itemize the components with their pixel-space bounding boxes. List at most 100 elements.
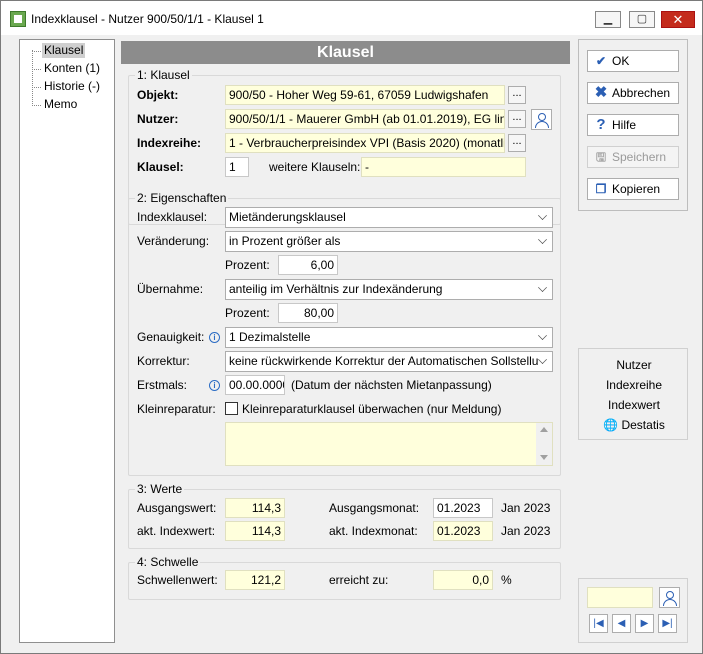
window: Indexklausel - Nutzer 900/50/1/1 - Klaus… <box>0 0 703 654</box>
scroll-up-icon[interactable] <box>540 427 548 432</box>
akt-indexmonat-field: 01.2023 <box>433 521 493 541</box>
klausel-number-field[interactable]: 1 <box>225 157 249 177</box>
kleinreparatur-label: Kleinreparatur: <box>137 402 216 416</box>
indexreihe-field[interactable]: 1 - Verbraucherpreisindex VPI (Basis 202… <box>225 133 505 153</box>
veraenderung-label: Veränderung: <box>137 234 210 248</box>
record-search-field[interactable] <box>587 587 653 608</box>
destatis-link[interactable]: 🌐 Destatis <box>579 417 689 433</box>
action-button-group: ✔ OK ✖ Abbrechen ? Hilfe 🖫 Speichern ❐ Kopier… <box>578 39 688 211</box>
tree-line <box>32 50 33 106</box>
scroll-down-icon[interactable] <box>540 455 548 460</box>
klausel-label: Klausel: <box>137 160 184 174</box>
erstmals-field[interactable]: 00.00.0000 <box>225 375 285 395</box>
weitere-klauseln-label: weitere Klauseln: <box>269 160 361 174</box>
schwellenwert-field: 121,2 <box>225 570 285 590</box>
genauigkeit-value: 1 Dezimalstelle <box>229 330 311 344</box>
korrektur-dropdown[interactable]: keine rückwirkende Korrektur der Automat… <box>225 351 553 372</box>
chevron-down-icon <box>538 355 547 364</box>
nutzer-select-button[interactable]: ... <box>508 110 526 128</box>
person-icon[interactable] <box>659 587 680 608</box>
veraenderung-value: in Prozent größer als <box>229 234 341 248</box>
ok-button[interactable]: ✔ OK <box>587 50 679 72</box>
tree-line <box>32 51 41 52</box>
ausgangswert-field: 114,3 <box>225 498 285 518</box>
info-icon[interactable]: i <box>209 332 220 343</box>
nutzer-field[interactable]: 900/50/1/1 - Mauerer GmbH (ab 01.01.2019… <box>225 109 505 129</box>
korrektur-label: Korrektur: <box>137 354 190 368</box>
next-record-icon[interactable]: ▶ <box>635 614 654 633</box>
previous-record-icon[interactable]: ◀ <box>612 614 631 633</box>
app-icon <box>10 11 26 27</box>
copy-icon: ❐ <box>595 182 607 196</box>
tree-item-konten[interactable]: Konten (1) <box>42 61 102 76</box>
ausgangsmonat-text: Jan 2023 <box>501 501 551 515</box>
panel-title: Klausel <box>121 41 570 64</box>
memo-scrollbar[interactable] <box>536 423 552 465</box>
veraenderung-dropdown[interactable]: in Prozent größer als <box>225 231 553 252</box>
indexklausel-label: Indexklausel: <box>137 210 208 224</box>
ausgangsmonat-label: Ausgangsmonat: <box>329 501 420 515</box>
uebernahme-label: Übernahme: <box>137 282 204 296</box>
akt-indexwert-label: akt. Indexwert: <box>137 524 216 538</box>
first-record-icon[interactable]: |◀ <box>589 614 608 633</box>
hilfe-button[interactable]: ? Hilfe <box>587 114 679 136</box>
speichern-label: Speichern <box>612 150 667 164</box>
destatis-label: Destatis <box>621 418 665 432</box>
last-record-icon[interactable]: ▶| <box>658 614 677 633</box>
indexklausel-dropdown[interactable]: Mietänderungsklausel <box>225 207 553 228</box>
ausgangsmonat-field[interactable]: 01.2023 <box>433 498 493 518</box>
objekt-field[interactable]: 900/50 - Hoher Weg 59-61, 67059 Ludwigsh… <box>225 85 505 105</box>
group-eigenschaften-label: 2: Eigenschaften <box>135 191 229 205</box>
window-title: Indexklausel - Nutzer 900/50/1/1 - Klaus… <box>31 12 264 26</box>
globe-icon: 🌐 <box>603 418 619 432</box>
prozent-field-uebernahme[interactable]: 80,00 <box>278 303 338 323</box>
abbrechen-button[interactable]: ✖ Abbrechen <box>587 82 679 104</box>
maximize-button[interactable]: ▢ <box>629 11 655 28</box>
akt-indexmonat-text: Jan 2023 <box>501 524 551 538</box>
tree-line <box>32 69 41 70</box>
indexreihe-select-button[interactable]: ... <box>508 134 526 152</box>
record-navigation: |◀ ◀ ▶ ▶| <box>578 578 688 643</box>
erstmals-label: Erstmals: <box>137 378 188 392</box>
objekt-select-button[interactable]: ... <box>508 86 526 104</box>
klausel-panel: Klausel 1: Klausel Objekt: 900/50 - Hohe… <box>121 41 570 643</box>
akt-indexmonat-label: akt. Indexmonat: <box>329 524 418 538</box>
ausgangswert-label: Ausgangswert: <box>137 501 217 515</box>
nutzer-person-icon[interactable] <box>531 109 552 130</box>
nutzer-link[interactable]: Nutzer <box>579 357 689 373</box>
prozent-field-veraenderung[interactable]: 6,00 <box>278 255 338 275</box>
kopieren-button[interactable]: ❐ Kopieren <box>587 178 679 200</box>
tree-line <box>32 87 41 88</box>
uebernahme-dropdown[interactable]: anteilig im Verhältnis zur Indexänderung <box>225 279 553 300</box>
group-schwelle-label: 4: Schwelle <box>135 555 201 569</box>
info-icon[interactable]: i <box>209 380 220 391</box>
nutzer-label: Nutzer: <box>137 112 179 126</box>
schwellenwert-label: Schwellenwert: <box>137 573 218 587</box>
prozent-label-2: Prozent: <box>225 306 270 320</box>
navigation-tree: Klausel Konten (1) Historie (-) Memo <box>19 39 115 643</box>
erreicht-field: 0,0 <box>433 570 493 590</box>
indexreihe-link[interactable]: Indexreihe <box>579 377 689 393</box>
tree-item-memo[interactable]: Memo <box>42 97 79 112</box>
hilfe-label: Hilfe <box>612 118 637 132</box>
save-icon: 🖫 <box>595 150 607 164</box>
info-links-box: Nutzer Indexreihe Indexwert 🌐 Destatis <box>578 348 688 440</box>
tree-item-klausel[interactable]: Klausel <box>42 43 86 58</box>
title-bar: Indexklausel - Nutzer 900/50/1/1 - Klaus… <box>1 1 702 35</box>
kleinreparatur-checkbox-label[interactable]: Kleinreparaturklausel überwachen (nur Me… <box>242 401 501 417</box>
speichern-button[interactable]: 🖫 Speichern <box>587 146 679 168</box>
minimize-button[interactable]: ▁ <box>595 11 621 28</box>
indexreihe-label: Indexreihe: <box>137 136 202 150</box>
group-werte <box>128 489 561 549</box>
korrektur-value: keine rückwirkende Korrektur der Automat… <box>229 354 539 368</box>
indexwert-link[interactable]: Indexwert <box>579 397 689 413</box>
uebernahme-value: anteilig im Verhältnis zur Indexänderung <box>229 282 443 296</box>
kleinreparatur-checkbox[interactable] <box>225 402 238 415</box>
tree-item-historie[interactable]: Historie (-) <box>42 79 102 94</box>
kleinreparatur-memo[interactable] <box>225 422 553 466</box>
genauigkeit-label: Genauigkeit: <box>137 330 205 344</box>
weitere-klauseln-field: - <box>361 157 526 177</box>
genauigkeit-dropdown[interactable]: 1 Dezimalstelle <box>225 327 553 348</box>
indexklausel-value: Mietänderungsklausel <box>229 210 346 224</box>
close-button[interactable]: ✕ <box>661 11 695 28</box>
